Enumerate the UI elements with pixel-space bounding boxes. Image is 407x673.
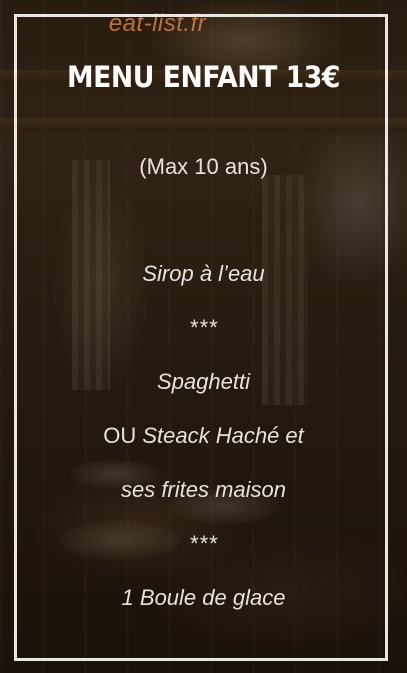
menu-item: 1 Boule de glace — [121, 585, 286, 610]
menu-card-page: eat-list.fr MENU ENFANT 13€ (Max 10 ans)… — [0, 0, 407, 673]
menu-item: Spaghetti — [157, 369, 250, 394]
menu-item: OU Steack Haché et — [103, 423, 304, 448]
menu-separator: *** — [189, 315, 218, 340]
menu-item: ses frites maison — [120, 477, 287, 502]
menu-title: MENU ENFANT 13€ — [66, 60, 341, 94]
menu-subtitle: (Max 10 ans) — [139, 154, 268, 179]
menu-separator: *** — [189, 531, 218, 556]
menu-items-list: Sirop à l’eau *** Spaghetti OU Steack Ha… — [0, 256, 407, 634]
menu-item: Sirop à l’eau — [142, 261, 265, 286]
